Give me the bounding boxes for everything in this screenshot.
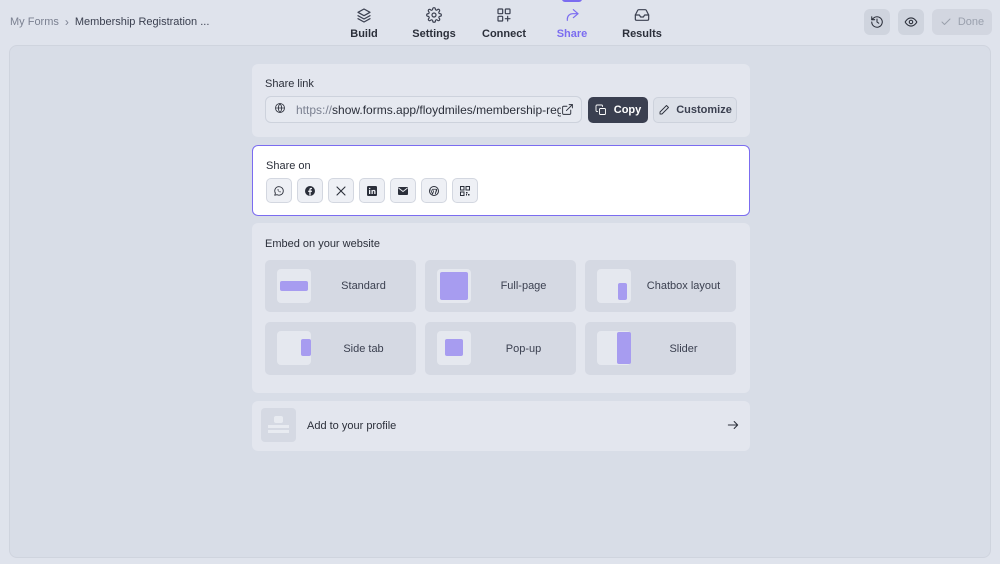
breadcrumb-current: Membership Registration ... — [74, 16, 210, 28]
top-bar: My Forms › Membership Registration ... B… — [0, 0, 1000, 44]
done-button[interactable]: Done — [932, 9, 992, 35]
embed-option-standard[interactable]: Standard — [265, 260, 416, 312]
copy-button-label: Copy — [613, 104, 642, 116]
customize-button[interactable]: Customize — [653, 97, 737, 123]
inbox-icon — [634, 9, 650, 21]
globe-icon — [274, 102, 286, 117]
embed-option-slider[interactable]: Slider — [585, 322, 736, 375]
embed-option-label: Slider — [669, 342, 698, 355]
wordpress-icon — [429, 185, 439, 196]
breadcrumb-root-link[interactable]: My Forms — [10, 16, 59, 28]
layers-icon — [357, 8, 371, 23]
share-email-button[interactable] — [390, 178, 416, 203]
share-url-prefix: https:// — [296, 102, 333, 117]
linkedin-icon — [367, 185, 377, 196]
tab-settings-label: Settings — [412, 28, 456, 40]
share-arrow-icon — [566, 9, 579, 21]
embed-option-full-page[interactable]: Full-page — [425, 260, 576, 312]
share-on-card: Share on — [252, 145, 750, 216]
check-icon — [941, 18, 951, 25]
embed-option-label: Standard — [341, 280, 386, 292]
embed-card: Embed on your website Standard Full-page… — [252, 223, 750, 393]
customize-button-label: Customize — [676, 104, 732, 116]
history-icon — [871, 16, 883, 28]
full-page-layout-icon — [437, 269, 471, 303]
share-link-title: Share link — [265, 78, 314, 90]
breadcrumb-separator: › — [64, 15, 69, 29]
embed-option-label: Side tab — [343, 342, 384, 355]
whatsapp-icon — [274, 185, 284, 196]
copy-button[interactable]: Copy — [588, 97, 648, 123]
profile-icon — [261, 408, 296, 442]
add-to-profile-label: Add to your profile — [307, 420, 397, 432]
embed-title: Embed on your website — [265, 238, 380, 250]
eye-icon — [904, 17, 918, 27]
share-link-card: Share link https://show.forms.app/floydm… — [252, 64, 750, 137]
social-buttons — [266, 178, 478, 203]
tab-connect[interactable]: Connect — [470, 0, 538, 44]
embed-options: Standard Full-page Chatbox layout Side t… — [265, 260, 736, 375]
slider-layout-icon — [597, 331, 631, 365]
tab-connect-label: Connect — [482, 28, 526, 40]
x-icon — [336, 185, 346, 196]
main-nav: Build Settings Connect Share Results — [330, 0, 676, 44]
pop-up-layout-icon — [437, 331, 471, 365]
share-on-title: Share on — [266, 160, 311, 172]
embed-option-pop-up[interactable]: Pop-up — [425, 322, 576, 375]
chatbox-layout-icon — [597, 269, 631, 303]
side-tab-layout-icon — [277, 331, 311, 365]
copy-icon — [595, 104, 606, 115]
share-wordpress-button[interactable] — [421, 178, 447, 203]
connect-grid-icon — [497, 8, 511, 22]
breadcrumb: My Forms › Membership Registration ... — [10, 15, 209, 29]
history-button[interactable] — [864, 9, 890, 35]
qr-code-icon — [460, 185, 470, 196]
embed-option-label: Chatbox layout — [646, 280, 721, 292]
gear-icon — [426, 7, 442, 23]
share-x-button[interactable] — [328, 178, 354, 203]
facebook-icon — [305, 185, 315, 196]
pencil-icon — [659, 105, 670, 115]
standard-layout-icon — [277, 269, 311, 303]
tab-build[interactable]: Build — [330, 0, 398, 44]
arrow-right-icon — [726, 418, 740, 437]
share-url-value: show.forms.app/floydmiles/membership-reg — [332, 102, 564, 117]
done-button-label: Done — [957, 16, 985, 28]
share-linkedin-button[interactable] — [359, 178, 385, 203]
embed-option-chatbox[interactable]: Chatbox layout — [585, 260, 736, 312]
tab-settings[interactable]: Settings — [400, 0, 468, 44]
share-qr-button[interactable] — [452, 178, 478, 203]
header-actions: Done — [864, 9, 992, 35]
tab-results-label: Results — [622, 28, 662, 40]
share-panel: Share link https://show.forms.app/floydm… — [9, 45, 991, 558]
tab-build-label: Build — [350, 28, 378, 40]
email-icon — [398, 186, 408, 195]
embed-option-label: Full-page — [500, 280, 547, 292]
preview-button[interactable] — [898, 9, 924, 35]
share-url-field[interactable]: https://show.forms.app/floydmiles/member… — [265, 96, 582, 123]
embed-option-label: Pop-up — [505, 342, 542, 355]
open-external-icon[interactable] — [561, 103, 575, 117]
share-facebook-button[interactable] — [297, 178, 323, 203]
share-whatsapp-button[interactable] — [266, 178, 292, 203]
add-to-profile-row[interactable]: Add to your profile — [252, 401, 750, 451]
tab-share[interactable]: Share — [538, 0, 606, 44]
tab-results[interactable]: Results — [608, 0, 676, 44]
embed-option-side-tab[interactable]: Side tab — [265, 322, 416, 375]
tab-share-label: Share — [556, 28, 588, 40]
